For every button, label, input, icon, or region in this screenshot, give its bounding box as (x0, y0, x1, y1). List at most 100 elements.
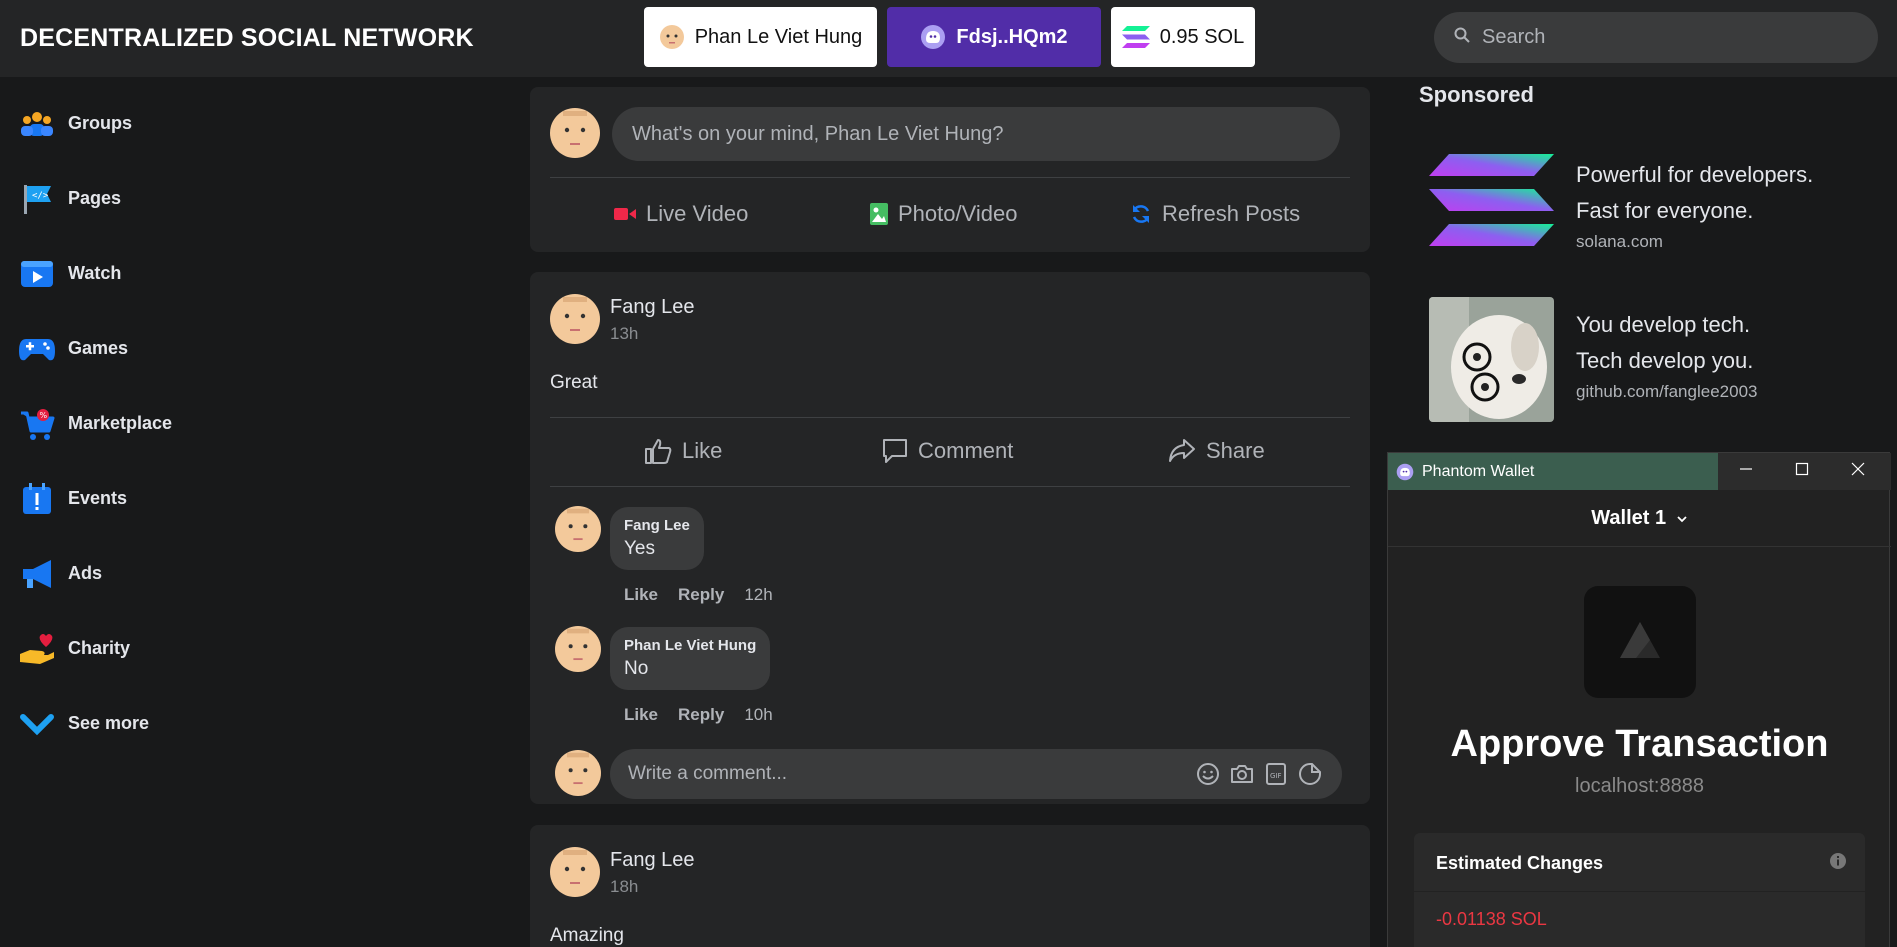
comment-label: Comment (918, 438, 1014, 463)
wallet-selector[interactable]: Wallet 1 (1388, 507, 1891, 530)
ad-line: Powerful for developers. (1576, 162, 1814, 187)
ad-line: Tech develop you. (1576, 348, 1754, 373)
estimated-changes-label: Estimated Changes (1436, 853, 1604, 873)
search-bar[interactable] (1434, 12, 1878, 63)
post-card: Fang Lee 13h Great Like Comment Share Fa… (530, 272, 1370, 804)
sidebar-item-see-more[interactable]: See more (0, 686, 300, 761)
sidebar-item-label: Games (68, 338, 129, 358)
sticker-icon[interactable] (1298, 762, 1322, 791)
sponsored-ad[interactable]: You develop tech. Tech develop you. gith… (1429, 297, 1869, 422)
photo-video-label: Photo/Video (898, 201, 1018, 226)
comment-reply-link[interactable]: Reply (678, 585, 724, 605)
estimated-changes-panel: Estimated Changes -0.01138 SOL (1414, 833, 1865, 947)
sidebar-item-events[interactable]: Events (0, 461, 300, 536)
window-title-area: Phantom Wallet (1388, 453, 1718, 490)
brand-title: DECENTRALIZED SOCIAL NETWORK (20, 24, 474, 52)
photo-video-button[interactable]: Photo/Video (870, 201, 1017, 227)
post-text: Amazing (550, 925, 624, 946)
minimize-button[interactable] (1718, 453, 1774, 490)
post-time[interactable]: 18h (610, 877, 638, 897)
dog-with-glasses-image (1429, 297, 1554, 422)
wallet-address-button[interactable]: Fdsj..HQm2 (887, 7, 1101, 67)
status-prompt-input[interactable]: What's on your mind, Phan Le Viet Hung? (612, 107, 1340, 161)
sidebar-item-charity[interactable]: Charity (0, 611, 300, 686)
avatar-icon (659, 24, 685, 50)
post-author[interactable]: Fang Lee (610, 849, 695, 872)
calendar-icon (18, 480, 56, 518)
sol-balance-button[interactable]: 0.95 SOL (1111, 7, 1255, 67)
comment-like-link[interactable]: Like (624, 705, 658, 725)
sidebar-item-label: Groups (68, 113, 133, 133)
megaphone-icon (18, 555, 56, 593)
ad-url[interactable]: solana.com (1576, 229, 1813, 255)
sponsored-heading: Sponsored (1419, 82, 1534, 107)
triangle-logo-icon (1618, 620, 1662, 665)
close-button[interactable] (1830, 453, 1886, 490)
refresh-icon (1130, 203, 1152, 225)
ad-copy: Powerful for developers. Fast for everyo… (1576, 157, 1813, 255)
photo-icon (870, 203, 888, 225)
sidebar-item-games[interactable]: Games (0, 311, 300, 386)
comment-reply-link[interactable]: Reply (678, 705, 724, 725)
sidebar-item-label: Events (68, 488, 128, 508)
svg-text:</>: </> (32, 191, 49, 201)
sidebar-item-groups[interactable]: Groups (0, 86, 300, 161)
svg-text:GIF: GIF (1270, 772, 1282, 780)
comment-author[interactable]: Fang Lee (624, 517, 690, 534)
chevron-down-icon (1676, 507, 1688, 530)
ad-url[interactable]: github.com/fanglee2003 (1576, 379, 1757, 405)
phantom-wallet-window: Phantom Wallet Wallet 1 Approve Transact… (1387, 452, 1891, 947)
sidebar-item-ads[interactable]: Ads (0, 536, 300, 611)
sidebar-item-label: Ads (68, 563, 103, 583)
left-sidebar: Groups </> Pages Watch Games % Marketpla… (0, 86, 300, 761)
like-button[interactable]: Like (644, 438, 722, 464)
comment-bubble: Phan Le Viet Hung No (610, 627, 771, 690)
comment-meta: Like Reply 12h (624, 585, 773, 605)
avatar[interactable] (555, 506, 601, 552)
write-comment-box: GIF (610, 749, 1342, 799)
ad-line: Fast for everyone. (1576, 198, 1754, 223)
sol-balance: 0.95 SOL (1159, 25, 1245, 48)
minimize-icon (1739, 462, 1753, 481)
window-titlebar[interactable]: Phantom Wallet (1388, 453, 1891, 490)
watch-play-icon (18, 255, 56, 293)
sidebar-item-watch[interactable]: Watch (0, 236, 300, 311)
maximize-button[interactable] (1774, 453, 1830, 490)
comment-text: Yes (624, 538, 655, 559)
comment-like-link[interactable]: Like (624, 585, 658, 605)
like-label: Like (682, 438, 723, 463)
avatar[interactable] (550, 294, 600, 344)
user-profile-name: Phan Le Viet Hung (694, 25, 863, 48)
divider (550, 177, 1350, 178)
comment-input[interactable] (628, 763, 1188, 785)
video-camera-icon (614, 206, 636, 222)
app-logo (1584, 586, 1696, 698)
refresh-posts-button[interactable]: Refresh Posts (1130, 201, 1300, 227)
camera-icon[interactable] (1230, 762, 1254, 791)
avatar[interactable] (550, 847, 600, 897)
info-icon[interactable] (1829, 852, 1847, 875)
divider (1414, 891, 1865, 892)
avatar[interactable] (555, 626, 601, 672)
user-profile-button[interactable]: Phan Le Viet Hung (644, 7, 877, 67)
share-arrow-icon (1168, 438, 1196, 464)
wallet-name: Wallet 1 (1591, 507, 1667, 529)
sidebar-item-pages[interactable]: </> Pages (0, 161, 300, 236)
gif-icon[interactable]: GIF (1264, 762, 1288, 791)
ad-line: You develop tech. (1576, 312, 1751, 337)
live-video-label: Live Video (646, 201, 749, 226)
comment-button[interactable]: Comment (882, 438, 1013, 464)
comment-time: 10h (744, 705, 773, 724)
search-input[interactable] (1482, 26, 1862, 49)
post-time[interactable]: 13h (610, 324, 638, 344)
post-author[interactable]: Fang Lee (610, 296, 695, 319)
sidebar-item-label: Charity (68, 638, 131, 658)
comment-author[interactable]: Phan Le Viet Hung (624, 637, 756, 654)
emoji-icon[interactable] (1196, 762, 1220, 791)
share-button[interactable]: Share (1168, 438, 1265, 464)
sidebar-item-marketplace[interactable]: % Marketplace (0, 386, 300, 461)
sponsored-ad[interactable]: Powerful for developers. Fast for everyo… (1429, 147, 1869, 272)
live-video-button[interactable]: Live Video (614, 201, 748, 227)
close-icon (1851, 462, 1865, 481)
avatar (555, 750, 601, 796)
